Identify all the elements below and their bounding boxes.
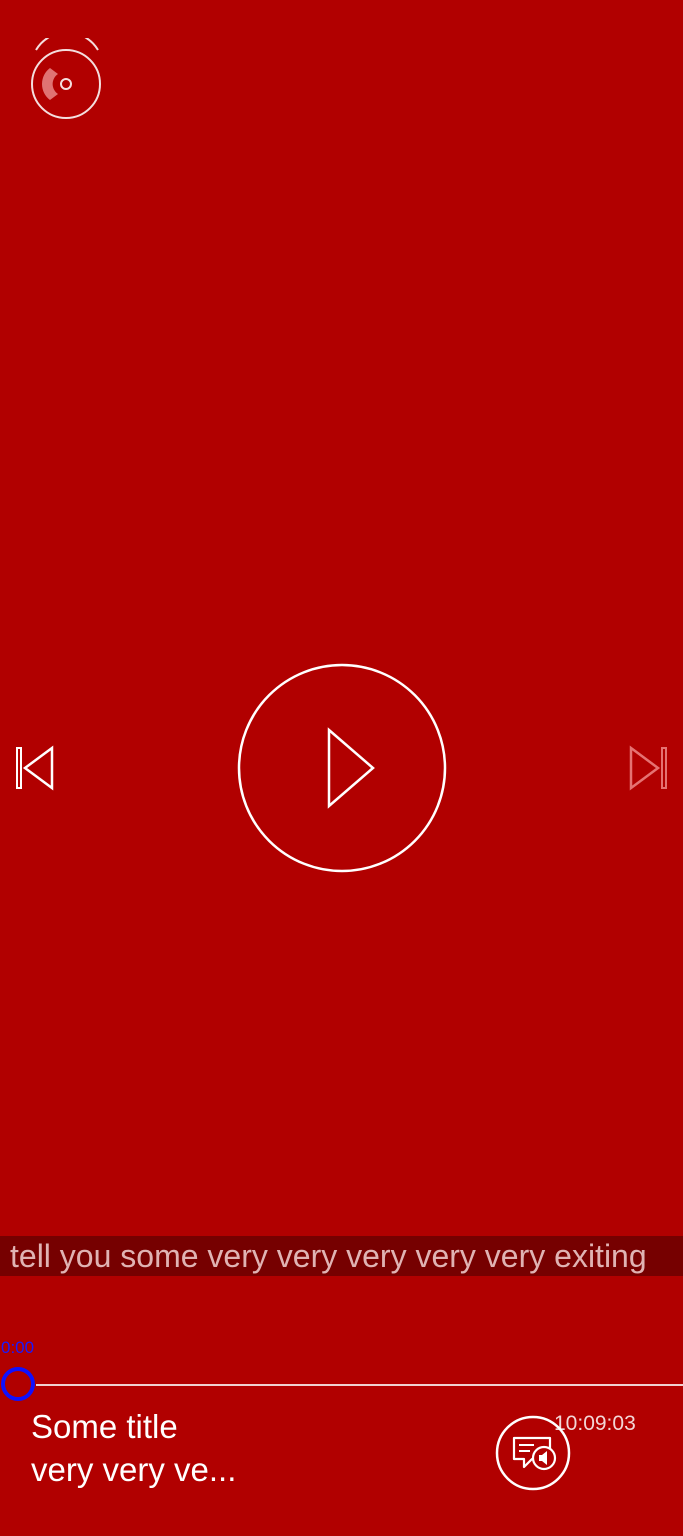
skip-next-icon[interactable] <box>625 742 671 794</box>
disc-icon[interactable] <box>28 38 104 122</box>
ticker-text: tell you some very very very very very e… <box>10 1238 647 1274</box>
track-title: Some title <box>31 1408 178 1445</box>
playlist-audio-icon[interactable] <box>494 1414 572 1492</box>
progress-track[interactable] <box>36 1384 683 1386</box>
skip-previous-icon[interactable] <box>12 742 58 794</box>
play-icon[interactable] <box>236 662 448 874</box>
player-screen: tell you some very very very very very e… <box>0 0 683 1536</box>
elapsed-time: 0:00 <box>1 1338 35 1357</box>
track-subtitle: very very ve... <box>31 1451 237 1488</box>
lyrics-ticker: tell you some very very very very very e… <box>0 1236 683 1276</box>
progress-thumb[interactable] <box>1 1367 35 1401</box>
